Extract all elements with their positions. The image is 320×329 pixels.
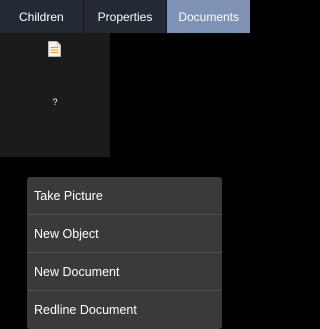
document-icon <box>48 41 61 57</box>
action-menu: Take Picture New Object New Document Red… <box>27 177 222 329</box>
tab-children[interactable]: Children <box>0 0 84 33</box>
document-name: ? <box>52 97 58 107</box>
take-picture-menu-item[interactable]: Take Picture <box>27 177 222 215</box>
redline-document-menu-item[interactable]: Redline Document <box>27 291 222 329</box>
tab-properties[interactable]: Properties <box>84 0 168 33</box>
new-document-menu-item[interactable]: New Document <box>27 253 222 291</box>
new-object-menu-item[interactable]: New Object <box>27 215 222 253</box>
tab-documents[interactable]: Documents <box>167 0 251 33</box>
documents-panel: ? Take Picture New Object New Document R… <box>0 33 250 329</box>
tab-bar: Children Properties Documents <box>0 0 251 33</box>
document-tile[interactable]: ? <box>0 33 110 157</box>
